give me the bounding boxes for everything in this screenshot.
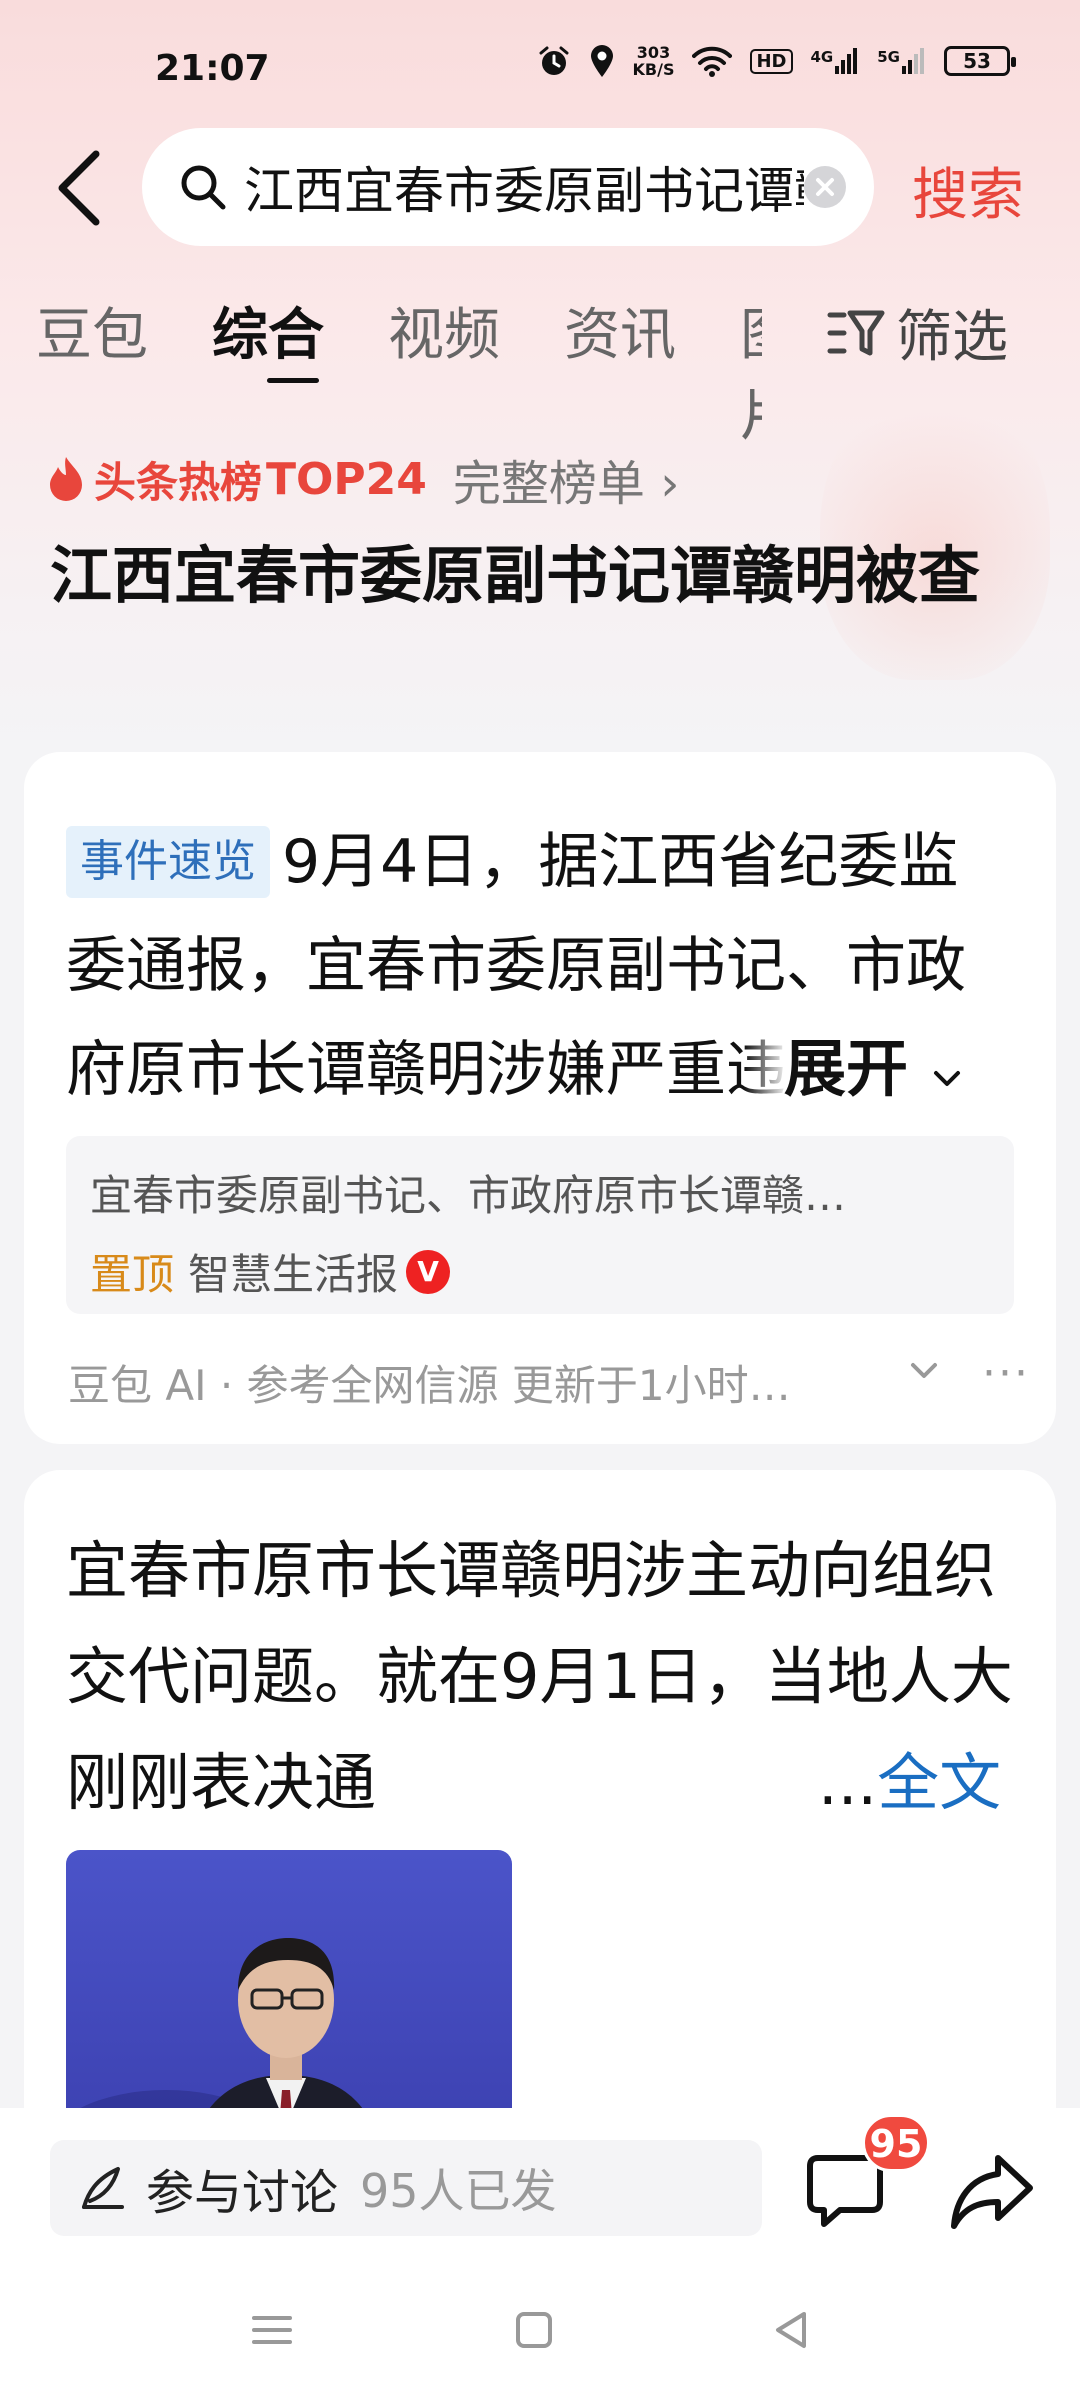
pinned-label: 置顶 (90, 1250, 175, 1299)
source-text: 宜春市委原副书记、市政府原市长谭赣… (90, 1171, 847, 1220)
status-bar: 21:07 303 KB/S HD 4G 5G 53 (0, 0, 1080, 130)
alarm-icon (539, 46, 569, 75)
close-icon (816, 178, 834, 196)
search-input[interactable]: 江西宜春市委原副书记谭赣明被查 (142, 128, 874, 246)
flame-icon (50, 457, 82, 501)
chevron-down-icon (911, 1363, 937, 1378)
signal-5g-label: 5G (877, 48, 900, 66)
signal-bars-icon (902, 48, 924, 74)
system-nav-bar (0, 2308, 1080, 2378)
article-card[interactable]: 宜春市原市长谭赣明涉主动向组织交代问题。就在9月1日，当地人大刚刚表决通 ...… (24, 1470, 1056, 2170)
hot-rank-row[interactable]: 头条热榜 TOP24 完整榜单 › (46, 444, 679, 514)
more-options-button[interactable]: ··· (982, 1348, 1030, 1399)
join-discussion-input[interactable]: 参与讨论 95人已发 (50, 2140, 762, 2236)
search-button[interactable]: 搜索 (912, 150, 1024, 231)
tab-comprehensive[interactable]: 综合 (212, 290, 324, 452)
back-button[interactable] (50, 148, 110, 228)
filter-icon (827, 310, 885, 355)
pen-icon (82, 2167, 124, 2209)
bottom-action-bar: 参与讨论 95人已发 95 (0, 2108, 1080, 2400)
hot-rank: TOP24 (266, 453, 427, 505)
share-button[interactable] (946, 2148, 1038, 2234)
tab-images[interactable]: 图片 (740, 290, 762, 452)
ellipsis: ... (818, 1746, 878, 1819)
signal-4g-label: 4G (810, 48, 834, 66)
source-reference[interactable]: 宜春市委原副书记、市政府原市长谭赣… 置顶 智慧生活报 V (66, 1136, 1014, 1314)
full-text-label: 全文 (877, 1746, 1002, 1819)
tab-video[interactable]: 视频 (388, 290, 500, 452)
back-arrow-icon (58, 150, 100, 226)
chevron-down-icon (933, 1071, 960, 1086)
source-meta: 置顶 智慧生活报 V (90, 1241, 990, 1302)
full-list-label: 完整榜单 (452, 456, 645, 512)
home-square-icon (516, 2312, 552, 2348)
expand-button[interactable]: 展开 (744, 1018, 964, 1108)
publisher-name: 智慧生活报 (188, 1250, 399, 1299)
status-time: 21:07 (155, 48, 270, 89)
back-triangle-icon (776, 2312, 806, 2348)
nav-back-button[interactable] (770, 2308, 814, 2356)
wifi-icon (692, 46, 733, 77)
event-tag: 事件速览 (66, 826, 270, 898)
status-icons: 303 KB/S HD 4G 5G 53 (537, 44, 1016, 78)
clear-search-button[interactable] (804, 166, 846, 208)
nav-home-button[interactable] (512, 2308, 556, 2356)
net-speed: 303 KB/S (633, 44, 675, 78)
nav-menu-button[interactable] (250, 2308, 294, 2356)
comment-count-badge: 95 (862, 2114, 930, 2172)
menu-icon (252, 2316, 292, 2344)
verified-badge: V (406, 1249, 451, 1294)
filter-label: 筛选 (896, 305, 1008, 370)
net-speed-value: 303 (636, 43, 671, 62)
discuss-label: 参与讨论 (146, 2165, 339, 2221)
hot-list-label: 头条热榜 (94, 457, 263, 507)
net-speed-unit: KB/S (632, 60, 675, 79)
hd-indicator: HD (750, 48, 793, 74)
expand-label: 展开 (784, 1032, 909, 1105)
full-list-link[interactable]: 完整榜单 › (453, 444, 679, 514)
discuss-count: 95人已发 (360, 2164, 557, 2218)
search-icon (181, 165, 226, 210)
topic-title[interactable]: 江西宜春市委原副书记谭赣明被查 (50, 528, 1030, 624)
event-summary-card[interactable]: 事件速览 9月4日，据江西省纪委监委通报，宜春市委原副书记、市政府原市长谭赣明涉嫌… (24, 752, 1056, 1444)
full-text-link[interactable]: ...全文 (800, 1732, 1002, 1822)
filter-button[interactable]: 筛选 (826, 292, 1008, 373)
location-icon (590, 45, 613, 77)
tab-bar: 豆包 综合 视频 资讯 图片 (36, 290, 762, 452)
search-query[interactable]: 江西宜春市委原副书记谭赣明被查 (244, 151, 804, 223)
battery-indicator: 53 (944, 46, 1016, 76)
ai-source-toggle[interactable] (906, 1356, 942, 1390)
tab-doubao[interactable]: 豆包 (36, 290, 148, 452)
signal-5g: 5G (877, 48, 926, 74)
tab-news[interactable]: 资讯 (564, 290, 676, 452)
signal-bars-icon (835, 48, 858, 74)
share-icon (951, 2155, 1033, 2229)
signal-4g: 4G (811, 48, 860, 74)
ai-source-info[interactable]: 豆包 AI · 参考全网信源 更新于1小时… (68, 1352, 791, 1413)
